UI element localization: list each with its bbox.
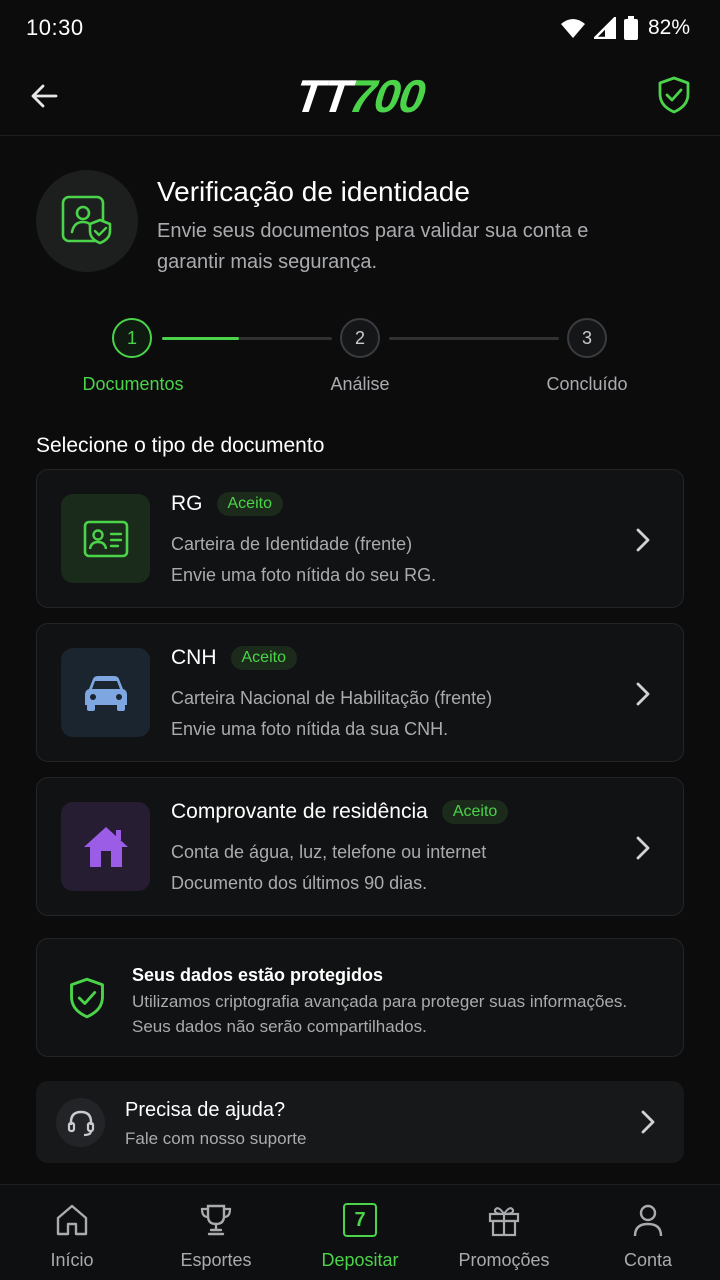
step-connector-2 xyxy=(389,337,559,340)
status-icons: 82% xyxy=(560,16,690,40)
headset-icon xyxy=(56,1098,105,1147)
document-description: Carteira de Identidade (frente) xyxy=(171,534,413,554)
gift-icon xyxy=(484,1200,524,1240)
help-support-button[interactable]: Precisa de ajuda? Fale com nosso suporte xyxy=(36,1081,684,1163)
step-connector-1 xyxy=(162,337,332,340)
status-bar: 10:30 82% xyxy=(0,0,720,56)
security-shield-button[interactable] xyxy=(654,74,694,116)
status-time: 10:30 xyxy=(26,15,84,40)
accepted-badge: Aceito xyxy=(441,800,509,824)
document-title: Comprovante de residência xyxy=(171,800,428,823)
document-hint: Envie uma foto nítida da sua CNH. xyxy=(171,719,449,739)
nav-item-account[interactable]: Conta xyxy=(576,1185,720,1280)
page-title: Verificação de identidade xyxy=(157,176,470,207)
home-icon xyxy=(52,1200,92,1240)
document-title-row: Comprovante de residência Aceito xyxy=(171,800,509,824)
step-2-circle: 2 xyxy=(340,318,380,358)
step-1-label: Documentos xyxy=(82,374,184,394)
chevron-right-icon xyxy=(631,680,655,708)
help-subtitle: Fale com nosso suporte xyxy=(125,1129,307,1148)
chevron-right-icon xyxy=(631,834,655,862)
nav-label: Conta xyxy=(623,1250,673,1270)
protection-title: Seus dados estão protegidos xyxy=(132,965,384,985)
nav-item-deposit[interactable]: 7 Depositar xyxy=(288,1185,432,1280)
document-option-cnh[interactable]: CNH Aceito Carteira Nacional de Habilita… xyxy=(36,623,684,762)
progress-stepper: 1 2 3 Documentos Análise Concluído xyxy=(0,318,720,408)
nav-item-home[interactable]: Início xyxy=(0,1185,144,1280)
wifi-icon xyxy=(560,19,585,38)
chevron-right-icon xyxy=(631,526,655,554)
step-3-circle: 3 xyxy=(567,318,607,358)
trophy-icon xyxy=(196,1200,236,1240)
chevron-right-icon xyxy=(640,1109,656,1140)
identity-verification-icon xyxy=(36,170,138,272)
section-title: Selecione o tipo de documento xyxy=(36,434,325,457)
document-option-proof-of-address[interactable]: Comprovante de residência Aceito Conta d… xyxy=(36,777,684,916)
app-header: TT700 xyxy=(0,56,720,136)
back-arrow-icon xyxy=(31,84,58,108)
logo-text-tt: TT xyxy=(292,69,354,122)
nav-label: Promoções xyxy=(458,1250,550,1270)
document-title: RG xyxy=(171,492,203,515)
nav-label: Depositar xyxy=(321,1250,399,1270)
battery-icon xyxy=(623,16,638,40)
shield-check-icon xyxy=(658,76,690,114)
deposit-icon: 7 xyxy=(340,1200,380,1240)
nav-item-sports[interactable]: Esportes xyxy=(144,1185,288,1280)
data-protection-notice: Seus dados estão protegidos Utilizamos c… xyxy=(36,938,684,1057)
document-description: Carteira Nacional de Habilitação (frente… xyxy=(171,688,493,708)
accepted-badge: Aceito xyxy=(230,646,297,670)
signal-icon xyxy=(593,17,616,39)
back-button[interactable] xyxy=(24,76,64,116)
deposit-badge: 7 xyxy=(343,1203,377,1237)
step-2-label: Análise xyxy=(330,374,390,394)
shield-check-icon xyxy=(70,977,104,1019)
step-progress-fill xyxy=(162,337,239,340)
nav-label: Início xyxy=(50,1250,94,1270)
battery-percent: 82% xyxy=(647,16,690,39)
document-option-rg[interactable]: RG Aceito Carteira de Identidade (frente… xyxy=(36,469,684,608)
document-description: Conta de água, luz, telefone ou internet xyxy=(171,842,487,862)
document-title-row: CNH Aceito xyxy=(171,646,297,670)
document-title: CNH xyxy=(171,646,217,669)
document-hint: Documento dos últimos 90 dias. xyxy=(171,873,428,893)
page-description: Envie seus documentos para validar sua c… xyxy=(157,220,589,273)
bottom-navigation: Início Esportes 7 Depositar Promoções Co… xyxy=(0,1184,720,1280)
step-3-label: Concluído xyxy=(546,374,628,394)
house-icon xyxy=(61,802,150,891)
verification-hero: Verificação de identidade Envie seus doc… xyxy=(36,170,686,280)
accepted-badge: Aceito xyxy=(216,492,283,516)
logo-text-700: 700 xyxy=(346,69,428,122)
step-1-circle: 1 xyxy=(112,318,152,358)
id-card-icon xyxy=(61,494,150,583)
document-hint: Envie uma foto nítida do seu RG. xyxy=(171,565,437,585)
nav-item-promotions[interactable]: Promoções xyxy=(432,1185,576,1280)
nav-label: Esportes xyxy=(180,1250,252,1270)
user-icon xyxy=(628,1200,668,1240)
protection-description: Utilizamos criptografia avançada para pr… xyxy=(132,992,628,1036)
help-title: Precisa de ajuda? xyxy=(125,1099,286,1121)
car-icon xyxy=(61,648,150,737)
document-title-row: RG Aceito xyxy=(171,492,283,516)
app-logo: TT700 xyxy=(292,69,428,122)
